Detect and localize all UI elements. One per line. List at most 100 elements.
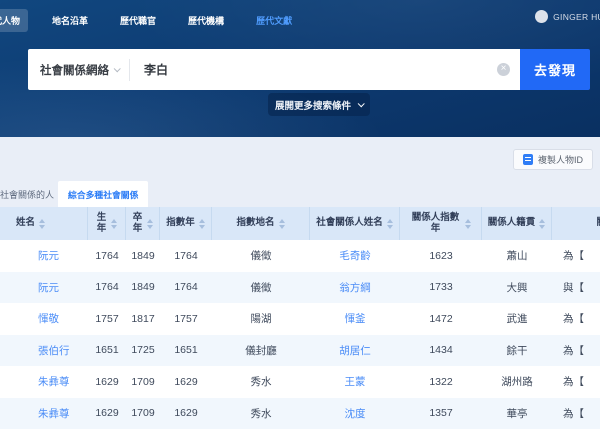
cell-relation-origin: 武進 [506, 313, 528, 326]
cell-death-year: 1849 [131, 249, 155, 262]
cell-death-year: 1849 [131, 281, 155, 294]
cell-relation-origin: 蕭山 [506, 250, 528, 263]
relation-person-link[interactable]: 沈度 [345, 408, 366, 420]
cell-relation: 為【 [563, 313, 584, 326]
relation-person-link[interactable]: 王蒙 [345, 376, 366, 388]
chevron-down-icon [113, 65, 121, 73]
table-row: 惲敬 1757 1817 1757 陽湖 惲釜 1472 武進 為【 [0, 303, 600, 335]
search-bar: 社會關係網絡 × 去發現 [28, 49, 590, 90]
cell-relation-origin: 湖州路 [501, 376, 533, 389]
col-header-relation-index-year: 關係人指數年 [400, 207, 482, 240]
person-link[interactable]: 惲敬 [38, 313, 59, 325]
cell-relation-index-year: 1623 [429, 249, 453, 262]
cell-relation-index-year: 1322 [429, 375, 453, 388]
tab-related-persons[interactable]: 有社會關係的人 [0, 181, 58, 207]
cell-index-place: 儀封廳 [245, 344, 277, 357]
cell-relation: 為【 [563, 250, 584, 263]
sort-icon[interactable] [110, 218, 117, 229]
search-submit-button[interactable]: 去發現 [520, 49, 590, 90]
cell-index-place: 秀水 [250, 376, 272, 389]
search-input[interactable] [130, 62, 497, 77]
cell-birth-year: 1651 [95, 344, 119, 357]
col-header-index-year: 指數年 [160, 207, 212, 240]
app-window: 歷代人物 地名沿革 歷代職官 歷代機構 歷代文獻 GINGER HU 社會關係網… [0, 0, 600, 429]
copy-person-id-label: 複製人物ID [537, 155, 583, 165]
cell-death-year: 1709 [131, 375, 155, 388]
tab-combined-social-relations[interactable]: 綜合多種社會關係 [58, 181, 149, 207]
sort-icon[interactable] [146, 218, 153, 229]
cell-death-year: 1817 [131, 312, 155, 325]
table-row: 阮元 1764 1849 1764 儀徵 翁方綱 1733 大興 與【 [0, 271, 600, 303]
relation-person-link[interactable]: 毛奇齡 [339, 250, 371, 262]
expand-search-options-button[interactable]: 展開更多搜索條件 [268, 93, 370, 116]
sort-icon[interactable] [198, 218, 205, 229]
col-header-birth-year: 生年 [88, 207, 126, 240]
cell-index-year: 1629 [174, 407, 198, 420]
person-link[interactable]: 阮元 [38, 282, 59, 294]
sort-icon[interactable] [386, 218, 393, 229]
cell-relation-origin: 餘干 [506, 344, 528, 357]
clear-input-icon[interactable]: × [497, 63, 510, 76]
cell-relation-origin: 大興 [506, 281, 528, 294]
person-link[interactable]: 阮元 [38, 250, 59, 262]
cell-birth-year: 1764 [95, 249, 119, 262]
cell-relation-index-year: 1472 [429, 312, 453, 325]
cell-birth-year: 1764 [95, 281, 119, 294]
relation-person-link[interactable]: 胡居仁 [339, 345, 371, 357]
cell-relation-origin: 華亭 [506, 407, 528, 420]
person-link[interactable]: 朱彝尊 [38, 376, 70, 388]
result-tabs: 有社會關係的人 綜合多種社會關係 [0, 181, 600, 207]
copy-icon [522, 154, 533, 165]
copy-person-id-button[interactable]: 複製人物ID [512, 149, 593, 170]
person-link[interactable]: 朱彝尊 [38, 408, 70, 420]
nav-item-people[interactable]: 歷代人物 [0, 9, 29, 32]
chevron-down-icon [357, 100, 365, 108]
cell-birth-year: 1629 [95, 407, 119, 420]
person-link[interactable]: 張伯行 [38, 345, 70, 357]
user-menu[interactable]: GINGER HU [535, 10, 600, 23]
cell-relation: 為【 [563, 407, 584, 420]
col-header-relation-origin: 關係人籍貫 [482, 207, 552, 240]
content-area: 複製人物ID 有社會關係的人 綜合多種社會關係 姓名 生年 卒年 [0, 137, 600, 429]
cell-death-year: 1709 [131, 407, 155, 420]
search-category-dropdown[interactable]: 社會關係網絡 [28, 58, 130, 81]
cell-relation: 為【 [563, 376, 584, 389]
col-header-name: 姓名 [0, 207, 88, 240]
relation-person-link[interactable]: 翁方綱 [339, 282, 371, 294]
sort-icon[interactable] [39, 218, 46, 229]
nav-item-placenames[interactable]: 地名沿革 [44, 9, 96, 32]
cell-relation: 與【 [563, 281, 584, 294]
col-header-death-year: 卒年 [126, 207, 160, 240]
cell-index-place: 秀水 [250, 407, 272, 420]
relation-person-link[interactable]: 惲釜 [345, 313, 366, 325]
col-header-relation: 關係 [552, 207, 600, 240]
col-header-index-place: 指數地名 [212, 207, 310, 240]
cell-relation-index-year: 1434 [429, 344, 453, 357]
sort-icon[interactable] [464, 218, 471, 229]
nav-item-texts[interactable]: 歷代文獻 [248, 9, 300, 32]
nav-item-institutions[interactable]: 歷代機構 [180, 9, 232, 32]
table-row: 張伯行 1651 1725 1651 儀封廳 胡居仁 1434 餘干 為【 [0, 334, 600, 366]
col-header-relation-person: 社會關係人姓名 [310, 207, 400, 240]
cell-relation: 為【 [563, 344, 584, 357]
cell-relation-index-year: 1357 [429, 407, 453, 420]
search-box: 社會關係網絡 × [28, 49, 520, 90]
cell-birth-year: 1629 [95, 375, 119, 388]
cell-index-year: 1764 [174, 249, 198, 262]
sort-icon[interactable] [539, 218, 546, 229]
search-category-label: 社會關係網絡 [40, 64, 109, 77]
sort-icon[interactable] [278, 218, 285, 229]
cell-index-place: 儀徵 [250, 281, 272, 294]
expand-search-options-label: 展開更多搜索條件 [274, 100, 351, 112]
cell-index-place: 陽湖 [250, 313, 272, 326]
table-row: 阮元 1764 1849 1764 儀徵 毛奇齡 1623 蕭山 為【 [0, 240, 600, 272]
cell-index-place: 儀徵 [250, 250, 272, 263]
table-row: 朱彝尊 1629 1709 1629 秀水 沈度 1357 華亭 為【 [0, 397, 600, 429]
main-nav: 歷代人物 地名沿革 歷代職官 歷代機構 歷代文獻 [0, 9, 300, 32]
cell-index-year: 1764 [174, 281, 198, 294]
table-header-row: 姓名 生年 卒年 指數年 指數地名 社會關係人姓名 關係人指數年 關係人籍貫 [0, 207, 600, 240]
cell-index-year: 1629 [174, 375, 198, 388]
user-name: GINGER HU [553, 11, 600, 22]
nav-item-offices[interactable]: 歷代職官 [112, 9, 164, 32]
cell-birth-year: 1757 [95, 312, 119, 325]
